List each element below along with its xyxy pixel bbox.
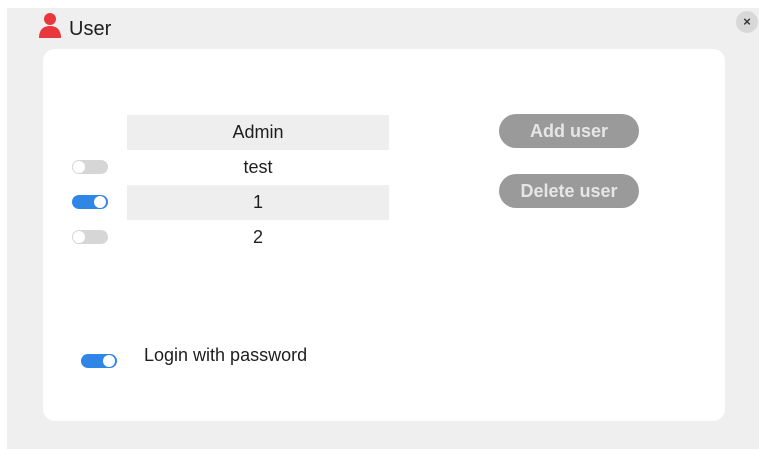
user-row[interactable]: 1 (72, 185, 389, 220)
user-toggle[interactable] (72, 160, 108, 174)
toggle-knob (73, 161, 85, 173)
user-row[interactable]: 2 (72, 220, 389, 255)
user-list: Admin test 1 2 (72, 115, 389, 255)
user-toggle[interactable] (72, 195, 108, 209)
user-toggle[interactable] (72, 230, 108, 244)
toggle-knob (103, 355, 115, 367)
login-password-toggle[interactable] (81, 354, 117, 368)
user-name: 1 (252, 192, 263, 212)
user-name: Admin (232, 122, 284, 142)
user-icon (39, 13, 61, 38)
user-panel: Admin test 1 2 Add user Delete user Logi… (43, 49, 725, 421)
user-row-admin[interactable]: Admin (127, 115, 389, 150)
login-password-label: Login with password (144, 345, 308, 365)
close-button[interactable]: × (736, 11, 758, 33)
add-user-button[interactable]: Add user (499, 114, 639, 148)
toggle-knob (73, 231, 85, 243)
user-dialog: User × Admin test 1 2 Add user Delete us… (7, 8, 759, 449)
user-name: test (243, 157, 273, 177)
window-title: User (69, 18, 112, 40)
toggle-knob (94, 196, 106, 208)
user-row[interactable]: test (72, 150, 389, 185)
title-bar: User (7, 8, 759, 48)
delete-user-button[interactable]: Delete user (499, 174, 639, 208)
user-name: 2 (252, 227, 263, 247)
